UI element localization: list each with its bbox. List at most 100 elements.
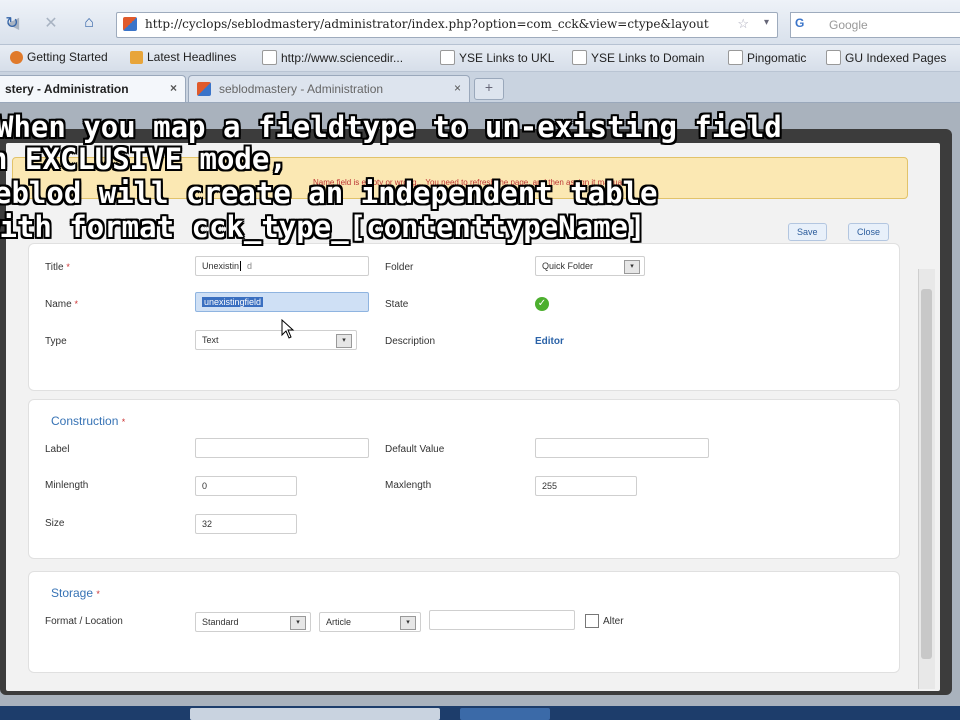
type-label: Type (45, 336, 67, 347)
description-label: Description (385, 336, 436, 347)
url-text: http://cyclops/seblodmastery/administrat… (145, 17, 709, 31)
page-icon (262, 50, 277, 65)
page-icon (728, 50, 743, 65)
url-dropdown-icon[interactable]: ▾ (764, 17, 769, 28)
bookmark-label: Latest Headlines (147, 50, 237, 64)
taskbar-item[interactable] (460, 708, 550, 720)
size-label: Size (45, 518, 65, 529)
bookmark-label: Pingomatic (747, 50, 807, 65)
label-field-label: Label (45, 444, 70, 455)
maxlength-label: Maxlength (385, 480, 432, 491)
modal-content: Name field is empty or wrong... You need… (6, 143, 940, 691)
alter-checkbox[interactable] (585, 614, 599, 628)
minlength-input[interactable]: 0 (195, 476, 297, 496)
construction-panel: Construction * Label Default Value Minle… (28, 399, 900, 559)
dropdown-arrow-icon: ▾ (290, 616, 306, 630)
title-input-value: Unexistin (202, 261, 240, 271)
title-label: Title * (45, 262, 70, 273)
required-mark: * (66, 262, 70, 272)
construction-title: Construction * (51, 414, 125, 428)
minlength-label: Minlength (45, 480, 89, 491)
state-published-icon[interactable]: ✓ (535, 297, 549, 311)
name-label: Name * (45, 299, 78, 310)
storage-format-select[interactable]: Standard ▾ (195, 612, 311, 632)
dropdown-arrow-icon: ▾ (624, 260, 640, 274)
page-icon (440, 50, 455, 65)
folder-select[interactable]: Quick Folder ▾ (535, 256, 645, 276)
page-area: Name field is empty or wrong... You need… (0, 103, 960, 720)
storage-title-text: Storage (51, 586, 94, 600)
site-favicon-icon (197, 82, 211, 96)
cursor-arrow-icon (281, 318, 295, 339)
format-location-label: Format / Location (45, 616, 123, 627)
required-mark: * (121, 417, 126, 427)
bookmark-label: YSE Links to Domain (591, 50, 705, 65)
name-input[interactable]: unexistingfield (195, 292, 369, 312)
maxlength-value: 255 (542, 481, 558, 491)
default-value-input[interactable] (535, 438, 709, 458)
bookmark-sciencedirect[interactable]: http://www.sciencedir... (262, 50, 403, 65)
page-icon (572, 50, 587, 65)
close-tab-icon[interactable]: × (454, 81, 461, 95)
minlength-value: 0 (202, 481, 208, 491)
bookmark-yse-domain[interactable]: YSE Links to Domain (572, 50, 704, 65)
rss-icon (130, 50, 143, 64)
tab-administration-active[interactable]: stery - Administration × (0, 75, 186, 102)
required-mark: * (74, 299, 78, 309)
storage-location-value: Article (326, 617, 352, 627)
warning-notice: Name field is empty or wrong... You need… (12, 157, 908, 199)
storage-title: Storage * (51, 586, 100, 600)
title-input[interactable]: Unexistin d (195, 256, 369, 276)
bookmark-latest-headlines[interactable]: Latest Headlines (130, 50, 236, 64)
google-search-icon[interactable]: G (795, 16, 811, 32)
bookmark-pingomatic[interactable]: Pingomatic (728, 50, 806, 65)
default-value-label: Default Value (385, 444, 445, 455)
close-button[interactable]: Close (848, 223, 890, 241)
alter-label: Alter (603, 616, 624, 627)
general-panel: Title * Unexistin d Name * unexistingfiel… (28, 243, 900, 391)
firefox-icon (10, 50, 23, 64)
name-input-value: unexistingfield (202, 297, 264, 307)
field-edit-modal: Name field is empty or wrong... You need… (0, 129, 952, 695)
dropdown-arrow-icon: ▾ (400, 616, 416, 630)
storage-panel: Storage * Format / Location Standard ▾ A… (28, 571, 900, 673)
bookmark-star-icon[interactable]: ☆ (737, 16, 749, 32)
tab-label: stery - Administration (5, 82, 129, 96)
maxlength-input[interactable]: 255 (535, 476, 637, 496)
type-select[interactable]: Text ▾ (195, 330, 357, 350)
reload-icon[interactable]: ↻ (2, 12, 22, 34)
tab-strip: stery - Administration × seblodmastery -… (0, 72, 960, 103)
tab-seblodmastery[interactable]: seblodmastery - Administration × (188, 75, 470, 102)
url-bar[interactable]: http://cyclops/seblodmastery/administrat… (116, 12, 778, 38)
home-icon[interactable]: ⌂ (78, 12, 100, 34)
storage-field-input[interactable] (429, 610, 575, 630)
description-editor-link[interactable]: Editor (535, 336, 564, 347)
taskbar-item[interactable] (190, 708, 440, 720)
size-input[interactable]: 32 (195, 514, 297, 534)
name-label-text: Name (45, 299, 72, 310)
storage-location-select[interactable]: Article ▾ (319, 612, 421, 632)
scrollbar-thumb[interactable] (921, 289, 932, 659)
folder-label: Folder (385, 262, 414, 273)
search-bar[interactable]: G Google (790, 12, 960, 38)
notice-text: Name field is empty or wrong... You need… (313, 178, 632, 187)
label-input[interactable] (195, 438, 369, 458)
bookmark-gu-indexed[interactable]: GU Indexed Pages (826, 50, 946, 65)
close-tab-icon[interactable]: × (170, 81, 177, 95)
bookmark-label: http://www.sciencedir... (281, 50, 404, 65)
bookmark-getting-started[interactable]: Getting Started (10, 50, 108, 64)
tab-label: seblodmastery - Administration (219, 82, 384, 96)
search-placeholder: Google (829, 18, 868, 32)
text-caret: d (240, 261, 253, 271)
modal-scrollbar[interactable] (918, 269, 935, 689)
save-button[interactable]: Save (788, 223, 827, 241)
construction-title-text: Construction (51, 414, 119, 428)
new-tab-button[interactable]: + (474, 78, 504, 100)
title-label-text: Title (45, 262, 64, 273)
bookmark-label: YSE Links to UKL (459, 50, 555, 65)
bookmark-label: GU Indexed Pages (845, 50, 947, 65)
folder-select-value: Quick Folder (542, 261, 594, 271)
bookmark-yse-ukl[interactable]: YSE Links to UKL (440, 50, 554, 65)
bookmark-label: Getting Started (27, 50, 108, 64)
stop-icon[interactable]: ✕ (40, 12, 62, 34)
